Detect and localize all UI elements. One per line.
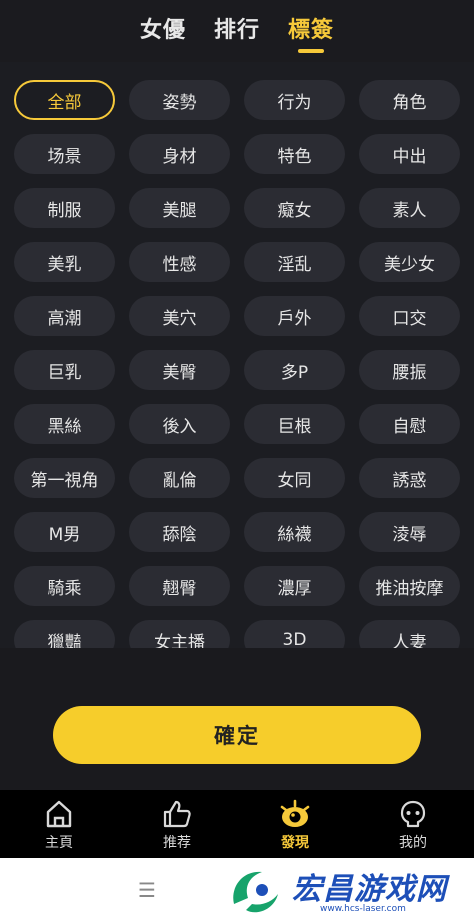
confirm-button[interactable]: 確定 [53,706,421,764]
tag-chip[interactable]: 制服 [14,188,115,228]
tag-chip[interactable]: 多P [244,350,345,390]
nav-label-recommend: 推荐 [163,835,191,851]
tag-chip[interactable]: 美乳 [14,242,115,282]
tag-chip[interactable]: 亂倫 [129,458,230,498]
nav-item-recommend[interactable]: 推荐 [118,790,236,858]
tag-chip[interactable]: 獵豔 [14,620,115,648]
tag-chip[interactable]: 推油按摩 [359,566,460,606]
tag-chip[interactable]: 濃厚 [244,566,345,606]
watermark-text: 宏昌游戏网 [292,872,447,907]
nav-item-home[interactable]: 主頁 [0,790,118,858]
tag-chip[interactable]: M男 [14,512,115,552]
tag-chip[interactable]: 巨根 [244,404,345,444]
tag-chip[interactable]: 美穴 [129,296,230,336]
tag-chip[interactable]: 3D [244,620,345,648]
profile-icon [400,800,426,828]
tab-actresses[interactable]: 女優 [140,12,186,44]
watermark-url: www.hcs-laser.com [320,904,406,914]
tag-chip[interactable]: 騎乘 [14,566,115,606]
tag-grid: 全部 姿勢 行为 角色场景 身材 特色 中出制服 美腿 癡女 素人美乳 性感 淫乱 美少女高潮 美穴 戶外口… [14,80,460,648]
home-icon [46,800,72,828]
tag-chip[interactable]: 黑絲 [14,404,115,444]
tag-chip[interactable]: 姿勢 [129,80,230,120]
tag-chip[interactable]: 淫乱 [244,242,345,282]
watermark-emblem-icon [233,871,278,913]
nav-item-discover[interactable]: 發現 [236,790,354,858]
nav-label-home: 主頁 [45,835,73,851]
confirm-area: 確定 [0,648,474,790]
tag-chip[interactable]: 癡女 [244,188,345,228]
tag-chip[interactable]: 中出 [359,134,460,174]
tag-chip[interactable]: 美腿 [129,188,230,228]
bottom-nav: 主頁 推荐 發現 我的 [0,790,474,858]
tag-chip[interactable]: 口交 [359,296,460,336]
tag-chip[interactable]: 行为 [244,80,345,120]
tag-chip[interactable]: 特色 [244,134,345,174]
active-tab-indicator [298,49,324,53]
tag-chip[interactable]: 第一視角 [14,458,115,498]
thumbs-up-icon [163,800,191,828]
nav-label-discover: 發現 [281,835,309,851]
eye-icon [280,799,310,827]
tag-chip[interactable]: 女同 [244,458,345,498]
tag-chip[interactable]: 翹臀 [129,566,230,606]
tag-chip[interactable]: 素人 [359,188,460,228]
tag-chip[interactable]: 自慰 [359,404,460,444]
top-tab-bar: 女優 排行 標簽 [0,0,474,62]
tag-chip[interactable]: 誘惑 [359,458,460,498]
tab-ranking[interactable]: 排行 [214,12,260,44]
tab-tags[interactable]: 標簽 [288,12,334,44]
nav-label-mine: 我的 [399,835,427,851]
watermark-logo: 宏昌游戏网 www.hcs-laser.com [226,862,474,920]
tag-chip[interactable]: 絲襪 [244,512,345,552]
tag-panel: 全部 姿勢 行为 角色场景 身材 特色 中出制服 美腿 癡女 素人美乳 性感 淫乱 美少女高潮 美穴 戶外口… [0,62,474,648]
tag-chip[interactable]: 淩辱 [359,512,460,552]
hamburger-icon[interactable]: ☰ [138,878,156,902]
system-navigation-bar: ☰ 宏昌游戏网 www.hcs-laser.com [0,858,474,922]
tag-chip[interactable]: 女主播 [129,620,230,648]
tag-chip[interactable]: 高潮 [14,296,115,336]
tag-chip[interactable]: 後入 [129,404,230,444]
tag-chip[interactable]: 性感 [129,242,230,282]
tag-chip[interactable]: 腰振 [359,350,460,390]
tag-chip[interactable]: 舔陰 [129,512,230,552]
tag-chip[interactable]: 全部 [14,80,115,120]
tag-chip[interactable]: 身材 [129,134,230,174]
tag-chip[interactable]: 角色 [359,80,460,120]
tag-chip[interactable]: 人妻 [359,620,460,648]
tag-chip[interactable]: 巨乳 [14,350,115,390]
tag-chip[interactable]: 场景 [14,134,115,174]
tag-chip[interactable]: 戶外 [244,296,345,336]
nav-item-mine[interactable]: 我的 [354,790,472,858]
tag-chip[interactable]: 美臀 [129,350,230,390]
tag-chip[interactable]: 美少女 [359,242,460,282]
